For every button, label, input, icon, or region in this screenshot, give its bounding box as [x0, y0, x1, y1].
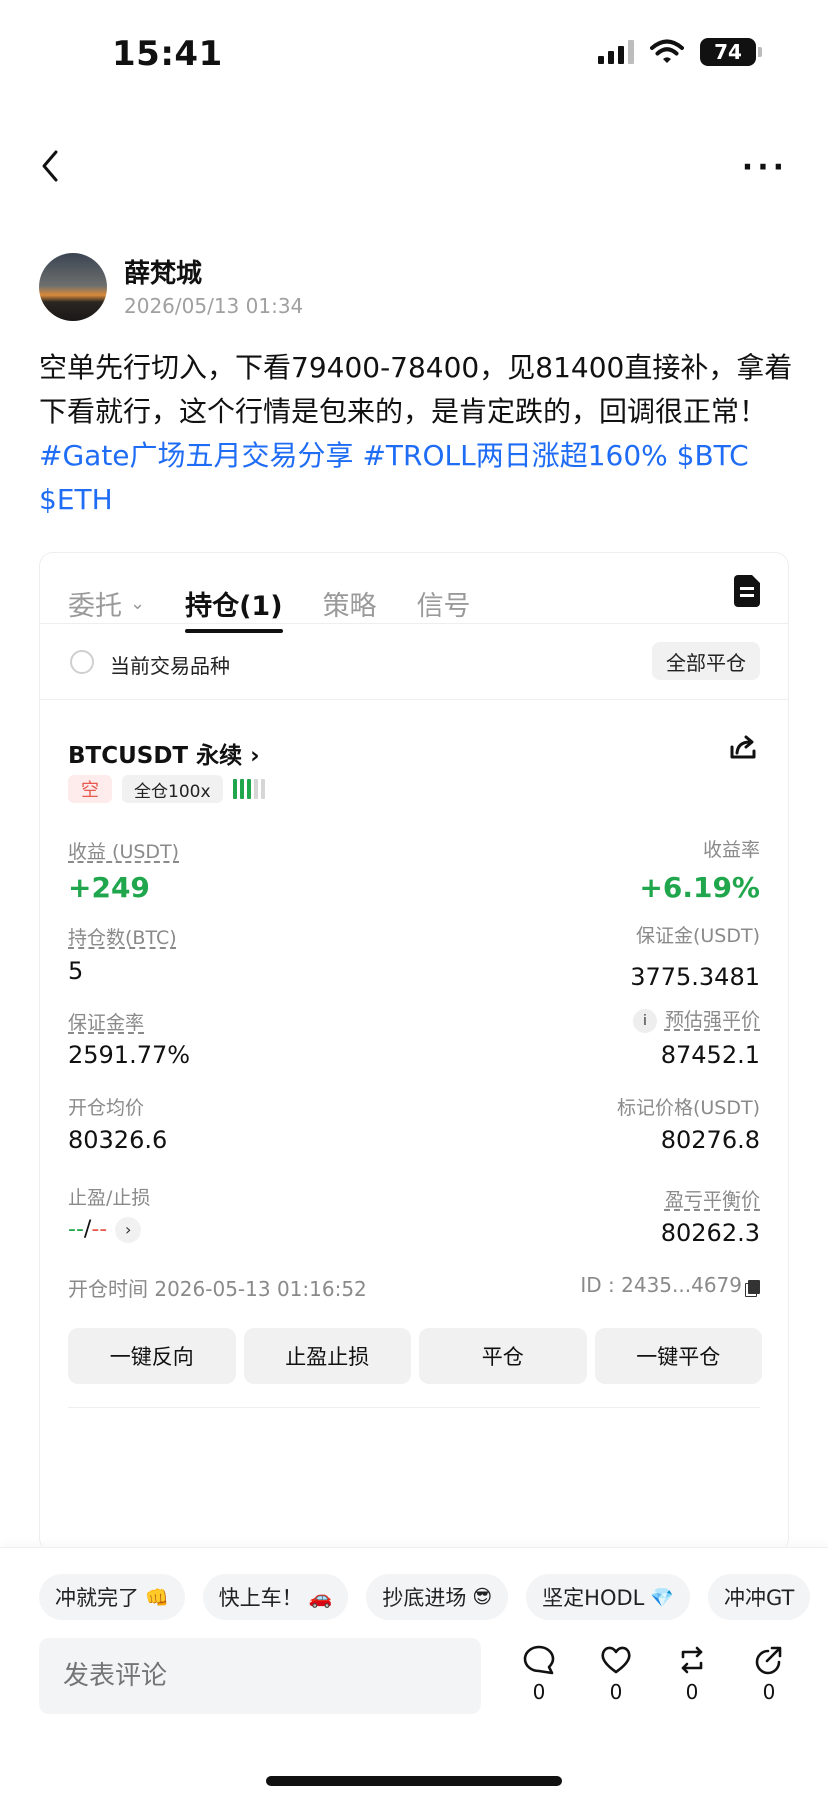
risk-bars-icon	[232, 778, 265, 800]
hashtag-link[interactable]: #Gate广场五月交易分享	[39, 439, 354, 472]
filter-row: 当前交易品种 全部平仓	[40, 624, 788, 700]
roe-value: +6.19%	[639, 871, 760, 904]
quick-close-button[interactable]: 一键平仓	[594, 1328, 762, 1384]
tpsl-button[interactable]: 止盈止损	[243, 1328, 411, 1384]
close-position-button[interactable]: 平仓	[419, 1328, 587, 1384]
chip-text: 坚定HODL	[542, 1586, 645, 1610]
share-count: 0	[762, 1680, 776, 1704]
margin-label: 保证金(USDT)	[635, 925, 760, 947]
margin-value: 3775.3481	[630, 963, 760, 991]
chip-text: 冲冲GT	[724, 1586, 795, 1610]
roe-label: 收益率	[702, 839, 760, 861]
reaction-chip[interactable]: 坚定HODL 💎	[526, 1574, 691, 1620]
reaction-chip[interactable]: 冲冲GT	[708, 1574, 811, 1620]
status-time: 15:41	[112, 34, 223, 74]
back-icon[interactable]	[36, 146, 66, 186]
ticker-link[interactable]: $BTC	[677, 439, 749, 472]
diamond-icon: 💎	[650, 1586, 675, 1609]
comment-count: 0	[532, 1680, 546, 1704]
margin-ratio-value: 2591.77%	[68, 1041, 191, 1069]
tab-label: 委托	[68, 590, 122, 622]
like-count: 0	[609, 1680, 623, 1704]
size-value: 5	[68, 957, 84, 985]
reaction-chip[interactable]: 快上车！ 🚗	[202, 1574, 349, 1620]
repost-count: 0	[685, 1680, 699, 1704]
copy-icon[interactable]	[748, 1279, 760, 1294]
hashtag-link[interactable]: #TROLL两日涨超160%	[362, 439, 667, 472]
repost-icon	[681, 1646, 703, 1674]
liq-price-value: 87452.1	[660, 1041, 760, 1069]
sunglasses-icon: 😎	[472, 1586, 493, 1608]
liq-price-text: 预估强平价	[664, 1009, 760, 1031]
divider	[68, 1407, 760, 1408]
margin-ratio-label[interactable]: 保证金率	[68, 1008, 144, 1035]
liq-price-label[interactable]: i 预估强平价	[632, 1005, 760, 1033]
chip-text: 抄底进场	[382, 1586, 467, 1610]
heart-icon	[601, 1646, 631, 1674]
status-icons: 74	[598, 38, 762, 66]
chevron-right-icon[interactable]: ›	[115, 1217, 142, 1243]
battery-icon: 74	[700, 38, 762, 66]
share-button[interactable]: 0	[739, 1644, 799, 1704]
position-symbol[interactable]: BTCUSDT 永续 ›	[68, 736, 260, 770]
position-id: ID : 2435...4679	[580, 1273, 760, 1297]
position-badges: 空 全仓100x	[68, 775, 265, 803]
tpsl-label: 止盈/止损	[68, 1187, 151, 1209]
position-id-text: ID : 2435...4679	[580, 1273, 742, 1297]
info-icon[interactable]: i	[632, 1008, 657, 1033]
position-card: 委托 ⌄ 持仓(1) 策略 信号 当前交易品种 全部平仓 BTCUSDT 永续 › …	[39, 552, 789, 1552]
stop-loss-value: --	[91, 1217, 108, 1242]
post-timestamp: 2026/05/13 01:34	[124, 294, 304, 318]
post-text: 空单先行切入，下看79400-78400，见81400直接补，拿着下看就行，这个…	[39, 351, 793, 428]
avatar[interactable]	[39, 253, 107, 321]
breakeven-value: 80262.3	[660, 1219, 760, 1247]
share-arrow-icon	[755, 1646, 782, 1675]
breakeven-label[interactable]: 盈亏平衡价	[665, 1185, 760, 1212]
size-label[interactable]: 持仓数(BTC)	[68, 923, 177, 950]
home-indicator[interactable]	[266, 1776, 562, 1786]
repost-button[interactable]: 0	[662, 1644, 722, 1704]
comment-input[interactable]	[39, 1638, 481, 1714]
current-symbol-radio[interactable]	[70, 650, 94, 674]
wifi-icon	[650, 39, 684, 63]
pnl-label[interactable]: 收益 (USDT)	[68, 837, 179, 864]
mark-price-label: 标记价格(USDT)	[616, 1097, 760, 1119]
like-button[interactable]: 0	[586, 1644, 646, 1704]
chevron-down-icon: ⌄	[130, 592, 146, 614]
author-name[interactable]: 薛梵城	[124, 253, 202, 290]
mark-price-value: 80276.8	[660, 1126, 760, 1154]
post-content: 空单先行切入，下看79400-78400，见81400直接补，拿着下看就行，这个…	[39, 346, 794, 522]
ticker-link[interactable]: $ETH	[39, 483, 113, 516]
share-icon[interactable]	[728, 733, 758, 763]
comment-button[interactable]: 0	[509, 1644, 569, 1704]
open-time: 开仓时间 2026-05-13 01:16:52	[68, 1277, 367, 1301]
bottom-panel: 冲就完了 👊 快上车！🚗 抄底进场😎 坚定HODL💎 冲冲GT 0 0 0	[0, 1547, 828, 1795]
reverse-position-button[interactable]: 一键反向	[68, 1328, 236, 1384]
pnl-value: +249	[68, 871, 150, 904]
chevron-right-icon: ›	[250, 743, 260, 769]
leverage-badge[interactable]: 全仓100x	[122, 775, 223, 803]
current-symbol-label: 当前交易品种	[110, 654, 230, 678]
symbol-label: BTCUSDT 永续	[68, 743, 243, 769]
reaction-chips: 冲就完了 👊 快上车！ 🚗 抄底进场 😎 坚定HODL 💎 冲冲GT	[39, 1574, 811, 1620]
chip-text: 快上车！	[218, 1586, 303, 1610]
document-icon[interactable]	[734, 575, 760, 607]
entry-price-label: 开仓均价	[68, 1097, 145, 1119]
car-icon: 🚗	[308, 1586, 333, 1609]
reaction-chip[interactable]: 冲就完了 👊	[39, 1574, 185, 1620]
entry-price-value: 80326.6	[68, 1126, 168, 1154]
reaction-chip[interactable]: 抄底进场 😎	[366, 1574, 509, 1620]
position-actions: 一键反向 止盈止损 平仓 一键平仓	[68, 1328, 762, 1384]
tpsl-value[interactable]: --/-- ›	[68, 1217, 142, 1243]
chip-text: 冲就完了	[55, 1586, 139, 1610]
side-badge: 空	[68, 775, 112, 803]
comment-icon	[523, 1645, 555, 1675]
signal-icon	[598, 40, 634, 64]
battery-level: 74	[714, 40, 742, 64]
fist-icon: 👊	[145, 1586, 169, 1609]
close-all-button[interactable]: 全部平仓	[652, 642, 760, 680]
more-options-button[interactable]: ···	[742, 150, 788, 185]
take-profit-value: --	[68, 1217, 84, 1242]
